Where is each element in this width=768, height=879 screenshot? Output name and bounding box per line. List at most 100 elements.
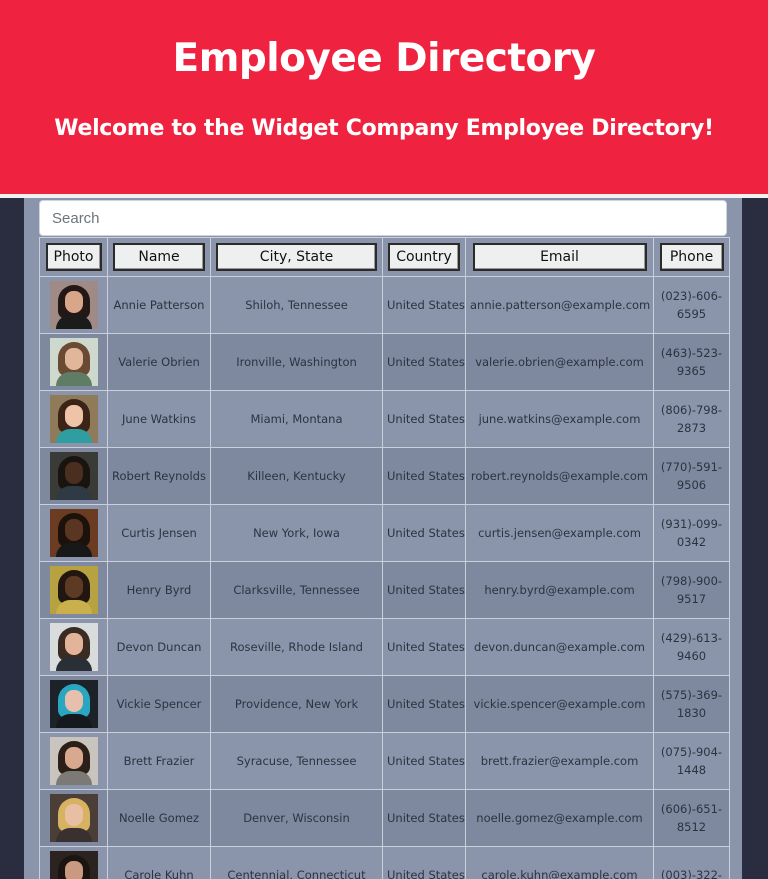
employee-photo [49, 395, 98, 443]
employee-email: robert.reynolds@example.com [465, 447, 654, 505]
column-header-phone: Phone [653, 237, 730, 277]
employee-country: United States [382, 675, 466, 733]
employee-phone: (429)-613-9460 [653, 618, 730, 676]
employee-photo [49, 338, 98, 386]
employee-email: noelle.gomez@example.com [465, 789, 654, 847]
photo-cell [39, 618, 108, 676]
sort-country-button[interactable]: Country [388, 243, 460, 271]
employee-email: brett.frazier@example.com [465, 732, 654, 790]
sort-photo-button[interactable]: Photo [45, 243, 102, 271]
page-header: Employee Directory Welcome to the Widget… [0, 0, 768, 198]
table-row: June Watkins Miami, Montana United States j… [39, 390, 730, 448]
employee-phone: (931)-099-0342 [653, 504, 730, 562]
sort-location-button[interactable]: City, State [216, 243, 377, 271]
table-row: Carole Kuhn Centennial, Connecticut United… [39, 846, 730, 879]
column-header-name: Name [107, 237, 211, 277]
employee-country: United States [382, 276, 466, 334]
employee-phone: (770)-591-9506 [653, 447, 730, 505]
sort-email-button[interactable]: Email [472, 243, 647, 271]
employee-phone: (075)-904-1448 [653, 732, 730, 790]
table-row: Henry Byrd Clarksville, Tennessee United S… [39, 561, 730, 619]
employee-name: Henry Byrd [107, 561, 211, 619]
employee-phone: (806)-798-2873 [653, 390, 730, 448]
photo-cell [39, 333, 108, 391]
employee-photo [49, 851, 98, 879]
employee-location: Shiloh, Tennessee [210, 276, 383, 334]
table-row: Devon Duncan Roseville, Rhode Island Unite… [39, 618, 730, 676]
employee-email: henry.byrd@example.com [465, 561, 654, 619]
employee-photo [49, 737, 98, 785]
employee-location: Centennial, Connecticut [210, 846, 383, 879]
employee-country: United States [382, 390, 466, 448]
employee-name: Brett Frazier [107, 732, 211, 790]
directory-panel: Photo Name City, State Country Email Pho… [24, 198, 742, 879]
employee-photo [49, 281, 98, 329]
page-subtitle: Welcome to the Widget Company Employee D… [54, 116, 714, 141]
employee-phone: (003)-322- [653, 846, 730, 879]
employee-country: United States [382, 789, 466, 847]
employee-location: Killeen, Kentucky [210, 447, 383, 505]
employee-name: Curtis Jensen [107, 504, 211, 562]
column-header-email: Email [465, 237, 654, 277]
employee-name: Annie Patterson [107, 276, 211, 334]
table-row: Valerie Obrien Ironville, Washington Unite… [39, 333, 730, 391]
employee-photo [49, 623, 98, 671]
column-header-photo: Photo [39, 237, 108, 277]
table-row: Noelle Gomez Denver, Wisconsin United Stat… [39, 789, 730, 847]
column-header-country: Country [382, 237, 466, 277]
employee-location: Denver, Wisconsin [210, 789, 383, 847]
employee-country: United States [382, 846, 466, 879]
employee-photo [49, 509, 98, 557]
employee-country: United States [382, 618, 466, 676]
employee-table: Photo Name City, State Country Email Pho… [39, 237, 730, 879]
sort-name-button[interactable]: Name [113, 243, 205, 271]
sort-phone-button[interactable]: Phone [659, 243, 724, 271]
photo-cell [39, 732, 108, 790]
employee-country: United States [382, 732, 466, 790]
photo-cell [39, 390, 108, 448]
table-row: Vickie Spencer Providence, New York United… [39, 675, 730, 733]
photo-cell [39, 504, 108, 562]
table-row: Curtis Jensen New York, Iowa United States… [39, 504, 730, 562]
photo-cell [39, 447, 108, 505]
table-body: Annie Patterson Shiloh, Tennessee United S… [39, 276, 730, 879]
employee-location: Roseville, Rhode Island [210, 618, 383, 676]
photo-cell [39, 846, 108, 879]
employee-name: Noelle Gomez [107, 789, 211, 847]
employee-phone: (463)-523-9365 [653, 333, 730, 391]
employee-photo [49, 680, 98, 728]
employee-email: june.watkins@example.com [465, 390, 654, 448]
employee-email: vickie.spencer@example.com [465, 675, 654, 733]
photo-cell [39, 561, 108, 619]
page-title: Employee Directory [172, 36, 596, 81]
employee-name: Valerie Obrien [107, 333, 211, 391]
employee-country: United States [382, 333, 466, 391]
employee-photo [49, 794, 98, 842]
employee-location: Miami, Montana [210, 390, 383, 448]
employee-name: Robert Reynolds [107, 447, 211, 505]
employee-location: New York, Iowa [210, 504, 383, 562]
table-row: Robert Reynolds Killeen, Kentucky United S… [39, 447, 730, 505]
employee-location: Providence, New York [210, 675, 383, 733]
column-header-location: City, State [210, 237, 383, 277]
search-input[interactable] [39, 200, 727, 236]
employee-email: annie.patterson@example.com [465, 276, 654, 334]
employee-photo [49, 452, 98, 500]
employee-country: United States [382, 447, 466, 505]
employee-phone: (606)-651-8512 [653, 789, 730, 847]
employee-name: Devon Duncan [107, 618, 211, 676]
table-row: Annie Patterson Shiloh, Tennessee United S… [39, 276, 730, 334]
employee-name: June Watkins [107, 390, 211, 448]
table-header: Photo Name City, State Country Email Pho… [39, 237, 730, 277]
employee-country: United States [382, 504, 466, 562]
employee-country: United States [382, 561, 466, 619]
table-header-row: Photo Name City, State Country Email Pho… [39, 237, 730, 277]
employee-location: Ironville, Washington [210, 333, 383, 391]
employee-email: devon.duncan@example.com [465, 618, 654, 676]
employee-name: Carole Kuhn [107, 846, 211, 879]
employee-email: valerie.obrien@example.com [465, 333, 654, 391]
photo-cell [39, 276, 108, 334]
employee-phone: (023)-606-6595 [653, 276, 730, 334]
employee-email: curtis.jensen@example.com [465, 504, 654, 562]
employee-phone: (575)-369-1830 [653, 675, 730, 733]
